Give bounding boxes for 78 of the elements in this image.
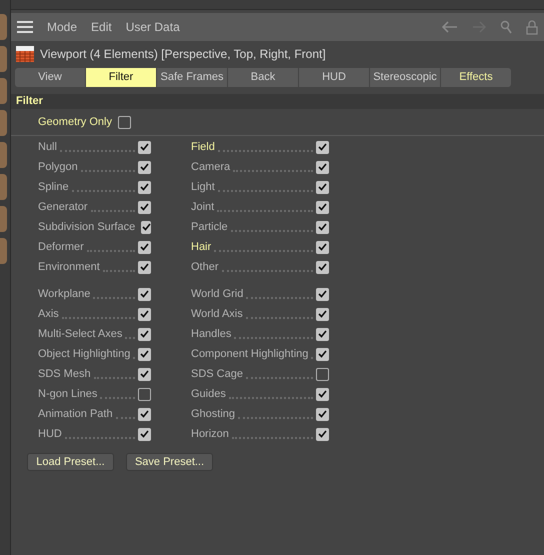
checkbox[interactable] <box>316 240 329 254</box>
checkbox-label: Multi-Select Axes <box>38 326 122 342</box>
checkbox[interactable] <box>138 240 151 254</box>
checkbox[interactable] <box>118 116 131 128</box>
menu-item[interactable]: Mode <box>47 18 78 36</box>
checkbox-label: Component Highlighting <box>191 346 308 362</box>
checkbox-label: World Grid <box>191 286 244 302</box>
checkbox[interactable] <box>316 368 329 380</box>
checkbox-label: N-gon Lines <box>38 386 98 402</box>
checkbox-label: SDS Cage <box>191 366 243 382</box>
checkbox-label: Axis <box>38 306 59 322</box>
checkbox-label: Generator <box>38 200 88 215</box>
checkbox-label: Guides <box>191 386 226 402</box>
viewport-icon <box>16 46 34 62</box>
checkbox[interactable] <box>138 180 151 194</box>
checkbox-label: Subdivision Surface <box>38 220 136 235</box>
checkbox-label: Light <box>191 180 215 195</box>
checkbox[interactable] <box>316 428 329 440</box>
checkbox[interactable] <box>316 388 329 400</box>
preset-button[interactable]: Save Preset... <box>126 453 213 471</box>
checkbox[interactable] <box>138 368 151 380</box>
checkbox-label: Ghosting <box>191 406 236 422</box>
checkbox-label: Handles <box>191 326 232 342</box>
checkbox[interactable] <box>316 180 329 194</box>
menu-item[interactable]: Edit <box>91 18 112 36</box>
checkbox-label: Environment <box>38 260 100 275</box>
preset-button[interactable]: Load Preset... <box>27 453 114 471</box>
checkbox-label: SDS Mesh <box>38 366 91 382</box>
checkbox[interactable] <box>138 408 151 420</box>
checkbox[interactable] <box>138 348 151 360</box>
panel-title: Viewport (4 Elements) [Perspective, Top, Right, Front] <box>40 46 326 63</box>
checkbox-label: Field <box>191 140 215 155</box>
checkbox[interactable] <box>138 328 151 340</box>
checkbox-label: HUD <box>38 426 62 442</box>
checkbox[interactable] <box>316 308 329 320</box>
checkbox[interactable] <box>138 200 151 214</box>
checkbox-label: Deformer <box>38 240 84 255</box>
checkbox-label: Camera <box>191 160 230 175</box>
tab[interactable]: View <box>15 68 85 87</box>
checkbox[interactable] <box>138 260 151 274</box>
tab[interactable]: Back <box>228 68 298 87</box>
checkbox-label: Spline <box>38 180 69 195</box>
checkbox[interactable] <box>316 288 329 300</box>
checkbox-label: Workplane <box>38 286 90 302</box>
checkbox[interactable] <box>138 388 151 400</box>
checkbox-label: Hair <box>191 240 212 255</box>
section-header[interactable]: Filter <box>11 94 544 109</box>
checkbox[interactable] <box>138 308 151 320</box>
checkbox-label: Particle <box>191 220 228 235</box>
checkbox[interactable] <box>316 200 329 214</box>
checkbox[interactable] <box>138 428 151 440</box>
checkbox[interactable] <box>138 140 151 154</box>
tab[interactable]: Safe Frames <box>157 68 227 87</box>
tab[interactable]: Filter <box>86 68 156 87</box>
checkbox[interactable] <box>316 220 329 234</box>
checkbox[interactable] <box>138 288 151 300</box>
checkbox[interactable] <box>316 348 329 360</box>
checkbox[interactable] <box>316 140 329 154</box>
checkbox[interactable] <box>316 408 329 420</box>
checkbox-label: Geometry Only <box>38 114 112 130</box>
checkbox-label: Polygon <box>38 160 78 175</box>
checkbox[interactable] <box>316 328 329 340</box>
checkbox[interactable] <box>141 220 151 234</box>
tab[interactable]: Effects <box>441 68 511 87</box>
checkbox-label: Other <box>191 260 219 275</box>
tab[interactable]: Stereoscopic <box>370 68 440 87</box>
checkbox-label: Horizon <box>191 426 229 442</box>
checkbox-label: Object Highlighting <box>38 346 130 362</box>
checkbox[interactable] <box>316 260 329 274</box>
menu-icon[interactable] <box>17 21 33 33</box>
checkbox-label: Null <box>38 140 57 155</box>
checkbox[interactable] <box>138 160 151 174</box>
menu-item[interactable]: User Data <box>126 18 180 36</box>
tab[interactable]: HUD <box>299 68 369 87</box>
checkbox-label: World Axis <box>191 306 243 322</box>
checkbox[interactable] <box>316 160 329 174</box>
checkbox-label: Joint <box>191 200 214 215</box>
checkbox-label: Animation Path <box>38 406 113 422</box>
